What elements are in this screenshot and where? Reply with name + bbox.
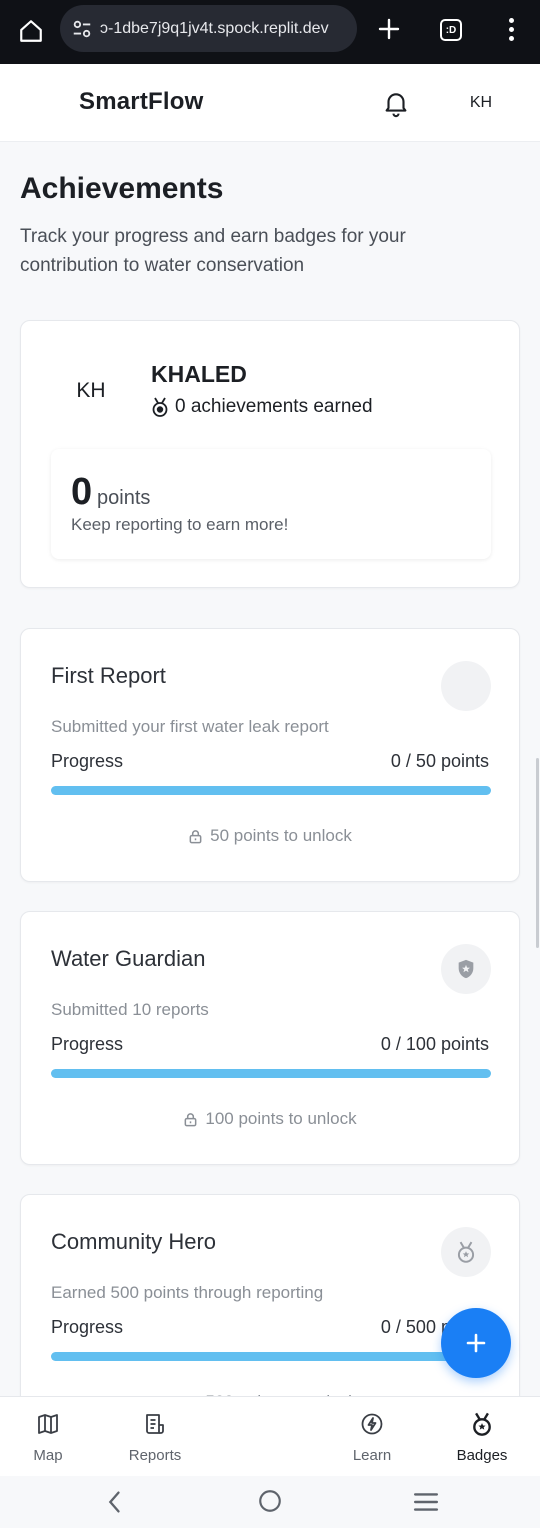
reports-icon bbox=[142, 1411, 168, 1437]
achievement-title: Community Hero bbox=[51, 1229, 217, 1254]
unlock-requirement-text: 100 points to unlock bbox=[205, 1109, 357, 1128]
points-unit: points bbox=[97, 487, 151, 509]
progress-bar bbox=[51, 1352, 491, 1361]
page-title: Achievements bbox=[20, 172, 224, 205]
points-value: 0 bbox=[71, 471, 93, 513]
profile-avatar: KH bbox=[76, 379, 106, 402]
nav-item-map[interactable]: Map bbox=[17, 1397, 79, 1477]
medal-icon bbox=[469, 1411, 495, 1437]
achievements-earned: 0 achievements earned bbox=[151, 396, 373, 418]
medal-icon bbox=[441, 1227, 491, 1277]
progress-value: 0 / 50 points bbox=[390, 751, 489, 771]
unlock-requirement-text: 50 points to unlock bbox=[210, 826, 352, 845]
blank-badge-icon bbox=[441, 661, 491, 711]
medal-icon bbox=[151, 396, 169, 418]
achievement-card-first-report[interactable]: First Report Submitted your first water … bbox=[20, 628, 520, 882]
profile-card: KH KHALED 0 achievements earned 0 points… bbox=[20, 320, 520, 588]
nav-item-learn[interactable]: Learn bbox=[342, 1397, 402, 1477]
bottom-navigation: Map Reports Learn Badges bbox=[0, 1396, 540, 1476]
add-report-button[interactable] bbox=[441, 1308, 511, 1378]
progress-bar bbox=[51, 1069, 491, 1078]
progress-label: Progress bbox=[51, 1034, 124, 1054]
bell-icon[interactable] bbox=[381, 88, 411, 118]
progress-label: Progress bbox=[51, 751, 124, 771]
site-settings-icon[interactable] bbox=[70, 17, 94, 41]
more-options-icon[interactable] bbox=[494, 12, 528, 46]
shield-star-icon bbox=[441, 944, 491, 994]
achievement-title: First Report bbox=[51, 663, 166, 688]
address-bar[interactable]: ɔ-1dbe7j9q1jv4t.spock.replit.dev bbox=[60, 5, 357, 52]
browser-toolbar: ɔ-1dbe7j9q1jv4t.spock.replit.dev :D bbox=[0, 0, 540, 64]
system-navigation-bar bbox=[0, 1476, 540, 1528]
recent-apps-icon[interactable] bbox=[413, 1490, 439, 1514]
points-hint: Keep reporting to earn more! bbox=[71, 515, 289, 534]
app-header: SmartFlow KH bbox=[0, 64, 540, 142]
tab-switcher-icon[interactable]: :D bbox=[434, 13, 468, 47]
home-icon[interactable] bbox=[14, 14, 48, 48]
achievement-description: Submitted 10 reports bbox=[51, 1000, 209, 1019]
nav-item-badges[interactable]: Badges bbox=[447, 1397, 517, 1477]
back-icon[interactable] bbox=[101, 1488, 129, 1516]
nav-label: Learn bbox=[352, 1447, 392, 1464]
lock-icon bbox=[184, 1112, 197, 1126]
progress-label: Progress bbox=[51, 1317, 124, 1337]
home-circle-icon[interactable] bbox=[257, 1488, 283, 1514]
achievement-description: Earned 500 points through reporting bbox=[51, 1283, 324, 1302]
nav-label: Reports bbox=[128, 1447, 182, 1464]
progress-bar bbox=[51, 786, 491, 795]
brand-title[interactable]: SmartFlow bbox=[79, 88, 203, 116]
user-avatar[interactable]: KH bbox=[461, 90, 501, 116]
nav-item-reports[interactable]: Reports bbox=[115, 1397, 195, 1477]
nav-label: Badges bbox=[456, 1447, 508, 1464]
points-box: 0 points Keep reporting to earn more! bbox=[51, 449, 491, 559]
lightning-icon bbox=[359, 1411, 385, 1437]
url-text[interactable]: ɔ-1dbe7j9q1jv4t.spock.replit.dev bbox=[100, 20, 329, 38]
nav-label: Map bbox=[33, 1447, 63, 1464]
map-icon bbox=[35, 1411, 61, 1437]
progress-value: 0 / 100 points bbox=[380, 1034, 489, 1054]
achievement-description: Submitted your first water leak report bbox=[51, 717, 329, 736]
unlock-requirement: 50 points to unlock bbox=[21, 826, 519, 846]
new-tab-icon[interactable] bbox=[372, 12, 406, 46]
achievement-card-water-guardian[interactable]: Water Guardian Submitted 10 reports Prog… bbox=[20, 911, 520, 1165]
unlock-requirement: 100 points to unlock bbox=[21, 1109, 519, 1129]
profile-name: KHALED bbox=[151, 361, 247, 387]
plus-icon bbox=[466, 1333, 486, 1353]
achievements-earned-text: 0 achievements earned bbox=[175, 396, 373, 417]
page-subtitle: Track your progress and earn badges for … bbox=[20, 226, 406, 276]
page-scrollbar[interactable] bbox=[536, 758, 539, 948]
achievement-title: Water Guardian bbox=[51, 946, 206, 971]
tab-count: :D bbox=[440, 19, 462, 41]
lock-icon bbox=[189, 829, 202, 843]
